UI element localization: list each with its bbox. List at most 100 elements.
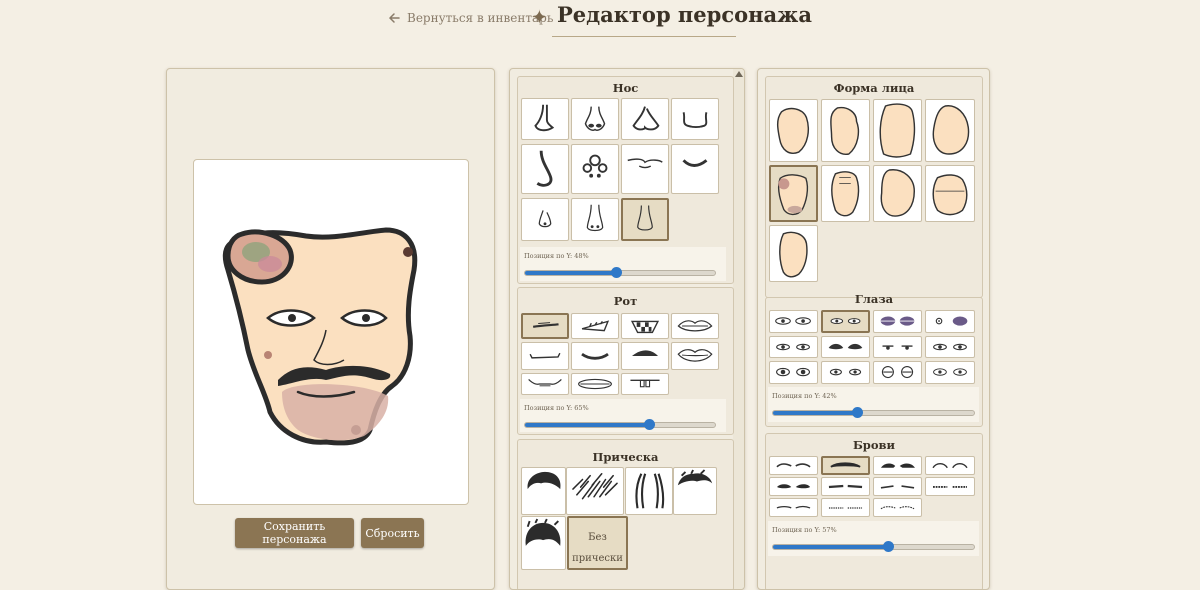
face-shape-option-selected[interactable] — [769, 165, 818, 222]
eyes-option[interactable] — [925, 361, 975, 384]
sparkle-icon: ✦ — [531, 5, 548, 29]
mouth-option[interactable] — [571, 342, 619, 370]
eyes-option[interactable] — [769, 310, 818, 333]
brows-option[interactable] — [873, 477, 922, 496]
save-character-button[interactable]: Сохранить персонажа — [235, 518, 354, 548]
face-shape-option[interactable] — [925, 99, 975, 162]
scrollbar[interactable] — [733, 69, 744, 589]
face-shape-option[interactable] — [821, 99, 870, 162]
eyes-option[interactable] — [769, 361, 818, 384]
slider-thumb[interactable] — [611, 267, 623, 278]
hair-option[interactable] — [521, 467, 566, 515]
back-to-inventory-link[interactable]: Вернуться в инвентарь — [388, 11, 553, 25]
face-shape-option[interactable] — [769, 99, 818, 162]
mouth-option[interactable] — [571, 373, 619, 395]
title-underline — [552, 36, 736, 37]
scroll-up-arrow-icon[interactable] — [735, 71, 743, 77]
mouth-option[interactable] — [571, 313, 619, 339]
character-face-illustration — [222, 227, 418, 446]
preview-panel: Сохранить персонажа Сбросить — [166, 68, 495, 590]
slider-track[interactable] — [524, 267, 716, 278]
nose-position-slider[interactable]: Позиция по Y: 48% — [520, 247, 726, 281]
slider-fill — [525, 271, 617, 275]
arrow-left-icon — [388, 13, 400, 23]
nose-option[interactable] — [521, 198, 569, 241]
eyes-option[interactable] — [769, 336, 818, 358]
face-shape-option[interactable] — [873, 165, 922, 222]
hair-option[interactable] — [625, 467, 673, 515]
nose-option[interactable] — [571, 98, 619, 140]
mouth-option[interactable] — [521, 342, 569, 370]
mouth-option-selected[interactable] — [521, 313, 569, 339]
slider-fill — [773, 545, 888, 549]
face-shape-section-title: Форма лица — [833, 81, 915, 95]
eyes-position-slider[interactable]: Позиция по Y: 42% — [768, 387, 979, 422]
eyes-option[interactable] — [873, 336, 922, 358]
mouth-option[interactable] — [621, 342, 669, 370]
brows-option-selected[interactable] — [821, 456, 870, 475]
brows-option[interactable] — [821, 477, 870, 496]
brows-option[interactable] — [769, 498, 818, 517]
eyes-option[interactable] — [925, 336, 975, 358]
nose-option[interactable] — [621, 144, 669, 194]
nose-section-title: Нос — [612, 81, 639, 95]
face-shape-option[interactable] — [925, 165, 975, 222]
brows-position-slider[interactable]: Позиция по Y: 57% — [768, 521, 979, 556]
slider-thumb[interactable] — [852, 407, 864, 418]
eyes-option-selected[interactable] — [821, 310, 870, 333]
no-hair-option-selected[interactable]: Без прически — [567, 516, 628, 570]
character-preview-canvas — [193, 159, 469, 505]
nose-option-selected[interactable] — [621, 198, 669, 241]
eyes-option[interactable] — [873, 310, 922, 333]
mouth-option[interactable] — [671, 313, 719, 339]
brows-option[interactable] — [821, 498, 870, 517]
eyes-option[interactable] — [821, 361, 870, 384]
nose-option[interactable] — [671, 98, 719, 140]
brows-option[interactable] — [873, 456, 922, 475]
nose-section: Нос Позиция по Y: 48% — [517, 76, 734, 284]
eyes-option[interactable] — [873, 361, 922, 384]
mouth-option[interactable] — [621, 313, 669, 339]
mouth-option[interactable] — [621, 373, 669, 395]
brows-option[interactable] — [769, 477, 818, 496]
brows-option[interactable] — [925, 456, 975, 475]
slider-fill — [773, 411, 858, 415]
mouth-option[interactable] — [521, 373, 569, 395]
eyes-option[interactable] — [925, 310, 975, 333]
hair-section-title: Прическа — [592, 450, 659, 464]
nose-option[interactable] — [621, 98, 669, 140]
nose-option[interactable] — [571, 144, 619, 194]
slider-track[interactable] — [772, 541, 975, 552]
hair-option[interactable] — [521, 516, 566, 570]
face-shape-option[interactable] — [821, 165, 870, 222]
nose-option[interactable] — [571, 198, 619, 241]
page-title: Редактор персонажа — [557, 2, 812, 27]
slider-thumb[interactable] — [882, 541, 894, 552]
nose-option[interactable] — [521, 144, 569, 194]
slider-track[interactable] — [772, 407, 975, 418]
mouth-position-slider[interactable]: Позиция по Y: 65% — [520, 399, 726, 432]
face-shape-option[interactable] — [769, 225, 818, 282]
hair-option[interactable] — [566, 467, 624, 515]
mouth-section-title: Рот — [613, 294, 638, 308]
header: Вернуться в инвентарь ✦ Редактор персона… — [0, 0, 1200, 42]
brows-option[interactable] — [873, 498, 922, 517]
brows-slider-label: Позиция по Y: 57% — [772, 526, 837, 534]
brows-option[interactable] — [769, 456, 818, 475]
mouth-option[interactable] — [671, 342, 719, 370]
nose-option[interactable] — [521, 98, 569, 140]
hair-option[interactable] — [673, 467, 717, 515]
features-panel-right[interactable]: Форма лица Глаза Позиция по Y: 42% Брови — [757, 68, 990, 590]
reset-button[interactable]: Сбросить — [361, 518, 424, 548]
face-shape-option[interactable] — [873, 99, 922, 162]
brows-option[interactable] — [925, 477, 975, 496]
slider-thumb[interactable] — [643, 419, 655, 430]
nose-option[interactable] — [671, 144, 719, 194]
eyes-section-title: Глаза — [854, 292, 894, 306]
features-panel-middle[interactable]: Нос Позиция по Y: 48% Рот Позиция по Y: … — [509, 68, 745, 590]
slider-track[interactable] — [524, 419, 716, 430]
eyes-option[interactable] — [821, 336, 870, 358]
face-shape-section: Форма лица — [765, 76, 983, 298]
mouth-slider-label: Позиция по Y: 65% — [524, 404, 589, 412]
nose-slider-label: Позиция по Y: 48% — [524, 252, 589, 260]
